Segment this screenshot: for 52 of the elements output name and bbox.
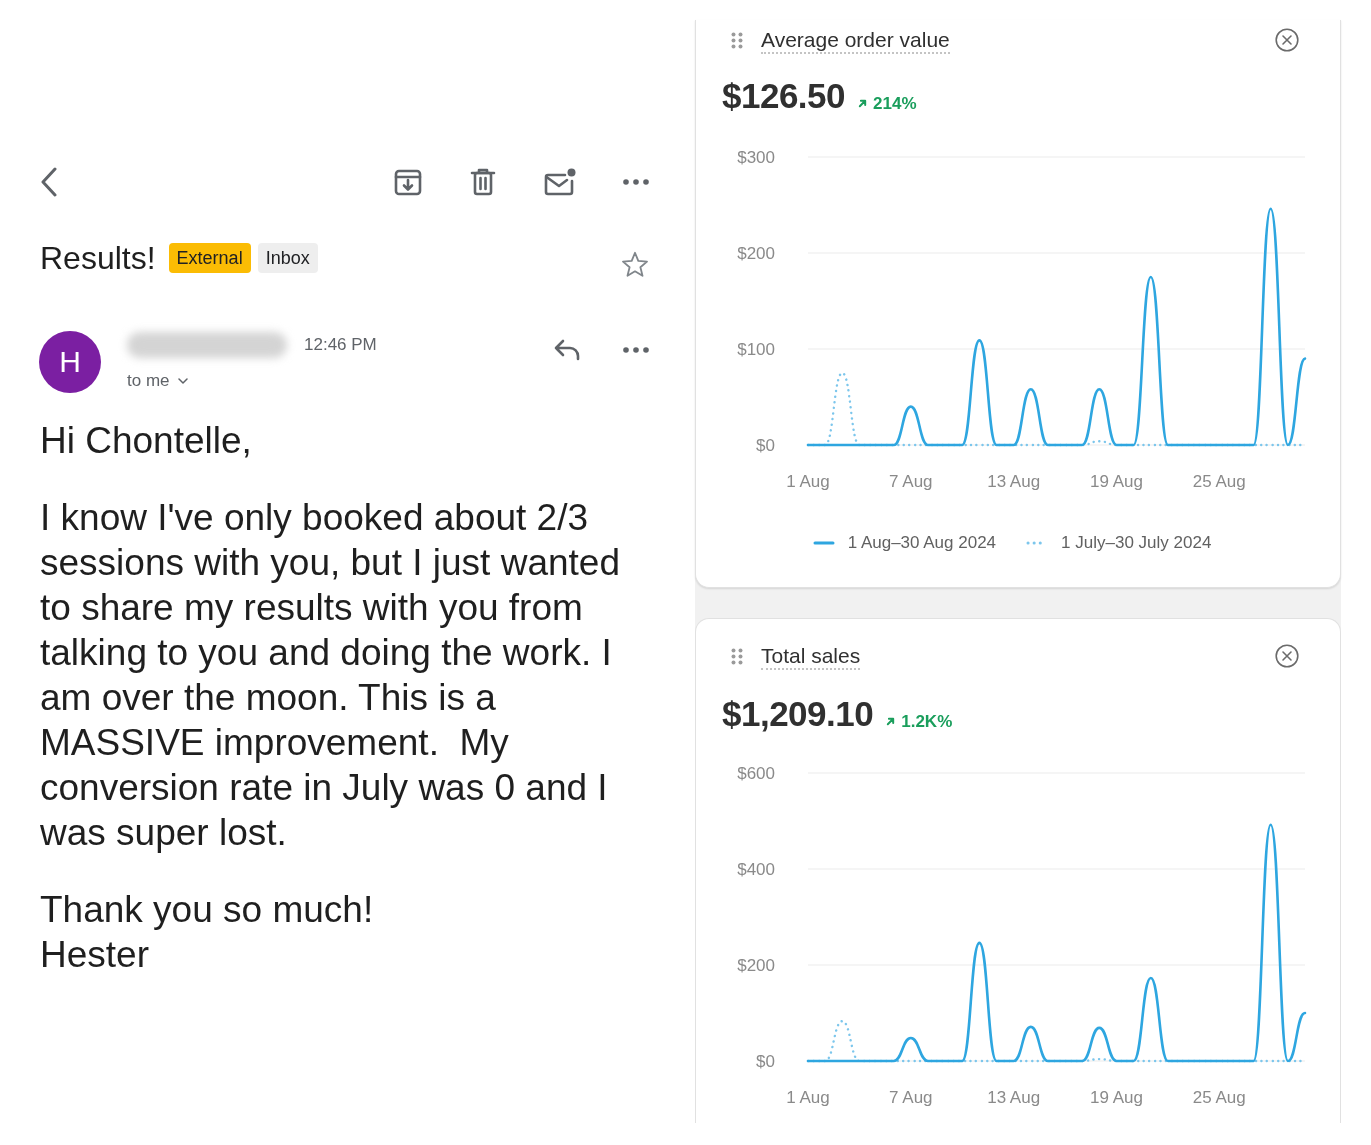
y-axis-label: $600	[737, 763, 775, 783]
x-axis-label: 19 Aug	[1090, 1087, 1143, 1107]
x-axis-label: 1 Aug	[786, 1087, 830, 1107]
legend-label: 1 July–30 July 2024	[1061, 533, 1212, 553]
x-axis-label: 13 Aug	[987, 1087, 1041, 1107]
x-axis-label: 13 Aug	[987, 471, 1041, 491]
x-axis-label: 19 Aug	[1090, 471, 1143, 491]
back-icon[interactable]	[40, 167, 58, 197]
x-axis-label: 1 Aug	[786, 471, 830, 491]
close-icon[interactable]	[1275, 28, 1299, 52]
x-axis-label: 7 Aug	[889, 471, 933, 491]
avatar: H	[39, 331, 101, 393]
change-percent: 1.2K%	[901, 711, 953, 732]
chevron-down-icon	[177, 378, 188, 384]
archive-icon[interactable]	[394, 168, 422, 196]
y-axis-label: $0	[756, 1051, 775, 1071]
recipients-toggle[interactable]: to me	[127, 371, 188, 391]
envelope-icon[interactable]	[544, 168, 576, 196]
drag-handle-icon[interactable]	[731, 647, 743, 665]
close-icon[interactable]	[1275, 644, 1299, 668]
y-axis-label: $100	[737, 339, 775, 359]
x-axis-label: 7 Aug	[889, 1087, 933, 1107]
line-swatch-icon	[812, 541, 835, 545]
email-subject: Results!	[40, 239, 156, 277]
y-axis-label: $200	[737, 955, 775, 975]
signature-text: Hester	[40, 933, 150, 977]
change-percent: 214%	[873, 93, 917, 114]
metric-value: $126.50	[722, 76, 846, 116]
legend-label: 1 Aug–30 Aug 2024	[847, 533, 997, 553]
y-axis-label: $400	[737, 859, 775, 879]
sent-time: 12:46 PM	[304, 335, 377, 355]
more-icon[interactable]	[623, 347, 649, 353]
closing-text: Thank you so much!	[40, 888, 375, 932]
x-axis-label: 25 Aug	[1192, 471, 1246, 491]
x-axis-label: 25 Aug	[1192, 1087, 1246, 1107]
card-title: Total sales	[761, 642, 861, 670]
trash-icon[interactable]	[469, 168, 497, 196]
star-icon[interactable]	[621, 251, 649, 278]
card-title: Average order value	[761, 26, 950, 54]
message-paragraph: I know I've only booked about 2/3 sessions with you, but I just wanted to share my results with you from talking to you and doing the work. I am over the moon. This is a MASSIVE improvement. My conversion rate in July was 0 and I was super lost.	[40, 496, 621, 855]
y-axis-label: $200	[737, 243, 775, 263]
y-axis-label: $0	[756, 435, 775, 455]
metric-value: $1,209.10	[722, 694, 874, 734]
arrow-up-right-icon	[886, 717, 896, 726]
greeting-text: Hi Chontelle,	[40, 419, 253, 463]
label-chip[interactable]: External	[168, 243, 251, 273]
y-axis-label: $300	[737, 147, 775, 167]
more-icon[interactable]	[623, 179, 649, 185]
arrow-up-right-icon	[858, 99, 868, 108]
reply-icon[interactable]	[553, 339, 581, 361]
drag-handle-icon[interactable]	[731, 31, 743, 49]
label-chip[interactable]: Inbox	[257, 243, 318, 273]
